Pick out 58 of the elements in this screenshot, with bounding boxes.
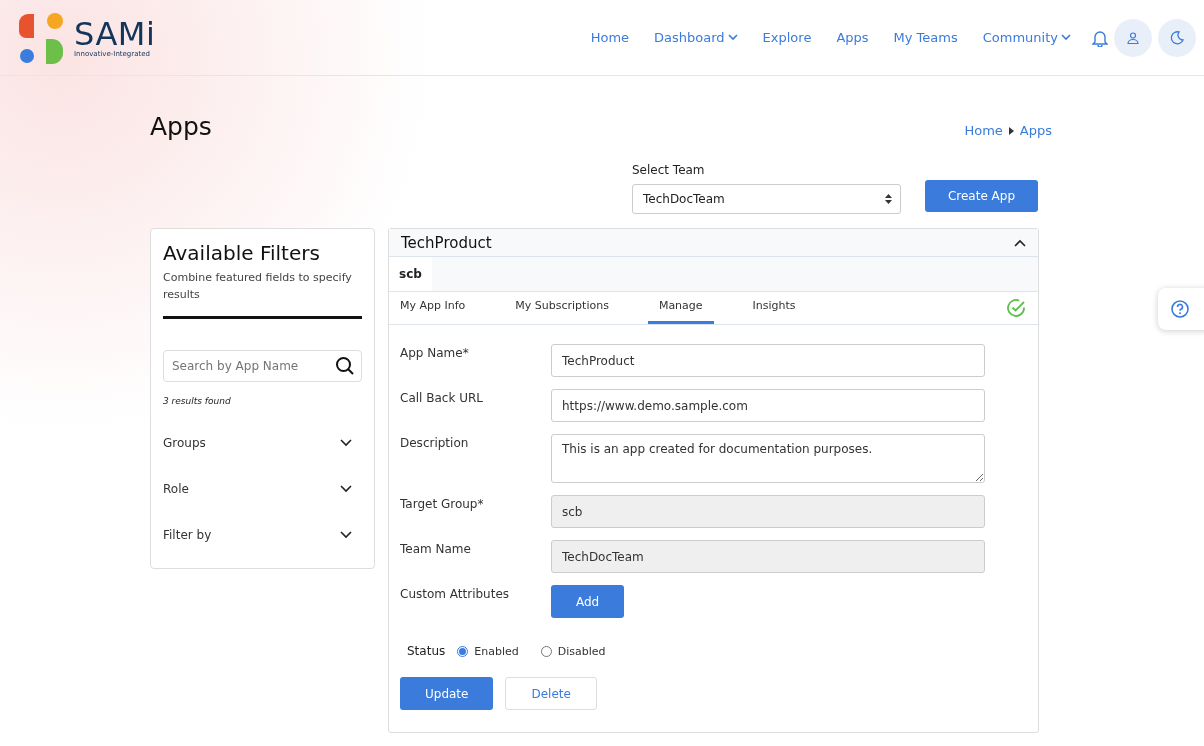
caret-icon bbox=[1008, 126, 1014, 135]
field-label: Call Back URL bbox=[400, 390, 484, 407]
results-count: 3 results found bbox=[163, 396, 232, 406]
tab[interactable]: My App Info bbox=[389, 299, 477, 324]
chevron-icon bbox=[340, 531, 352, 539]
field-label: Custom Attributes bbox=[400, 586, 511, 603]
chevron-icon[interactable] bbox=[1014, 238, 1026, 247]
field-label: Description bbox=[400, 435, 470, 452]
nav-link[interactable]: Home bbox=[590, 30, 630, 45]
chevron-icon bbox=[1061, 34, 1071, 41]
bell-icon[interactable] bbox=[1092, 28, 1108, 47]
input-field[interactable]: TechProduct bbox=[551, 344, 985, 377]
tab[interactable]: My Subscriptions bbox=[504, 299, 620, 324]
select-label: Select Team bbox=[632, 163, 706, 177]
add-button[interactable]: Add bbox=[551, 585, 625, 618]
delete-button[interactable]: Delete bbox=[505, 677, 597, 710]
filter-group[interactable]: Groups bbox=[163, 420, 362, 466]
chevron-icon bbox=[340, 439, 352, 447]
radio-label: Disabled bbox=[557, 644, 606, 658]
help-button[interactable] bbox=[1158, 288, 1204, 330]
field-label: Target Group* bbox=[400, 496, 485, 513]
app-title: TechProduct bbox=[401, 233, 492, 252]
moon-icon bbox=[1170, 30, 1184, 45]
input-field[interactable]: https://www.demo.sample.com bbox=[551, 389, 985, 422]
field-label: Team Name bbox=[400, 541, 472, 558]
create-app-button[interactable]: Create App bbox=[925, 180, 1038, 212]
theme-button[interactable] bbox=[1158, 18, 1196, 57]
breadcrumb-link[interactable]: Home bbox=[964, 123, 1003, 138]
tab[interactable]: Insights bbox=[741, 299, 807, 324]
user-icon bbox=[1127, 31, 1139, 44]
status-label: Status bbox=[407, 644, 446, 658]
team-select[interactable]: TechDocTeam bbox=[632, 184, 901, 214]
search-icon[interactable] bbox=[335, 356, 355, 376]
nav-link[interactable]: Dashboard bbox=[654, 30, 738, 45]
logo-name: SAMi bbox=[74, 17, 156, 50]
breadcrumb-link[interactable]: Apps bbox=[1019, 123, 1052, 138]
search-field[interactable]: Search by App Name bbox=[163, 350, 362, 382]
user-button[interactable] bbox=[1114, 18, 1152, 57]
help-icon bbox=[1171, 300, 1189, 318]
nav-link[interactable]: Apps bbox=[836, 30, 869, 45]
chevron-icon bbox=[727, 34, 738, 41]
chevron-icon bbox=[340, 485, 352, 493]
filter-group[interactable]: Role bbox=[163, 466, 362, 512]
update-button[interactable]: Update bbox=[400, 677, 494, 710]
radio-label: Enabled bbox=[474, 644, 519, 658]
panel-title: Available Filters bbox=[163, 241, 321, 265]
tab[interactable]: Manage bbox=[647, 299, 714, 324]
panel-subtitle: Combine featured fields to specify results bbox=[163, 270, 353, 303]
page-title: Apps bbox=[150, 112, 212, 141]
nav-link[interactable]: Explore bbox=[762, 30, 812, 45]
filter-group[interactable]: Filter by bbox=[163, 512, 362, 558]
nav-link[interactable]: Community bbox=[982, 30, 1071, 45]
logo-icon bbox=[18, 11, 64, 64]
group-tab[interactable]: scb bbox=[389, 257, 432, 291]
sort-arrows-icon bbox=[885, 194, 892, 204]
nav-link[interactable]: My Teams bbox=[893, 30, 958, 45]
field-label: App Name* bbox=[400, 345, 470, 362]
text-area[interactable]: This is an app created for documentation purposes. bbox=[551, 434, 985, 483]
